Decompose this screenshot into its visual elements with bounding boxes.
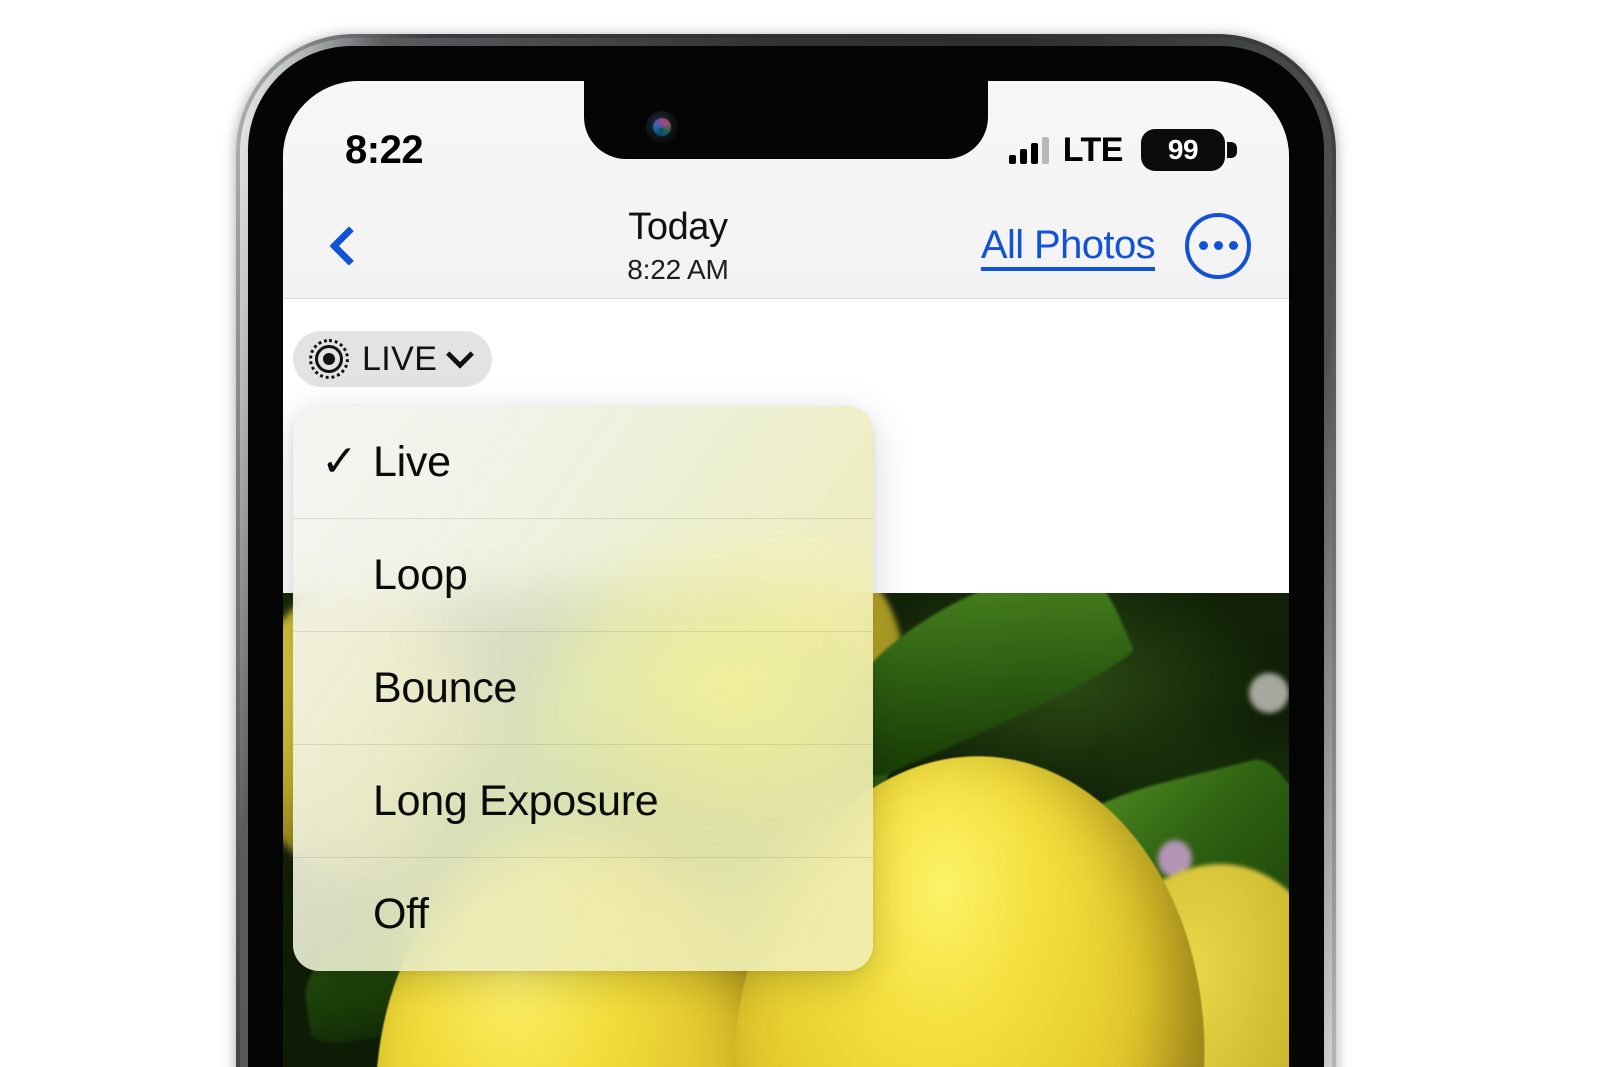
navigation-bar: Today 8:22 AM All Photos [283, 193, 1289, 299]
menu-item-live[interactable]: ✓ Live [293, 406, 873, 519]
menu-item-label: Bounce [373, 663, 518, 712]
more-options-button[interactable] [1185, 212, 1251, 279]
status-bar-clock: 8:22 [345, 127, 424, 172]
battery-percent-label: 99 [1167, 134, 1199, 165]
front-camera-icon [646, 111, 678, 143]
photo-viewer-content: LIVE ✓ Live Loop Bounce Long Exposure Of… [283, 299, 1289, 1067]
live-photo-mode-button[interactable]: LIVE [293, 331, 493, 387]
flower-bud [1248, 673, 1289, 714]
battery-tip-icon [1227, 142, 1237, 158]
ellipsis-dot-icon [1228, 241, 1238, 250]
menu-item-loop[interactable]: Loop [293, 519, 873, 632]
phone-frame: 8:22 LTE 99 Today 8:22 AM All Photos LIV… [236, 34, 1336, 1067]
ellipsis-dot-icon [1198, 241, 1208, 250]
checkmark-icon: ✓ [321, 437, 358, 486]
menu-item-label: Long Exposure [373, 776, 659, 825]
menu-item-long-exposure[interactable]: Long Exposure [293, 745, 873, 858]
menu-item-bounce[interactable]: Bounce [293, 632, 873, 745]
camera-iris [653, 118, 671, 136]
menu-item-off[interactable]: Off [293, 858, 873, 971]
battery-indicator: 99 [1141, 129, 1237, 171]
back-button[interactable] [317, 210, 381, 282]
screenshot-stage: 8:22 LTE 99 Today 8:22 AM All Photos LIV… [0, 0, 1600, 1067]
live-badge-label: LIVE [362, 339, 438, 378]
title-time: 8:22 AM [627, 253, 729, 285]
chevron-left-icon [329, 225, 369, 266]
page-title: Today 8:22 AM [381, 208, 981, 284]
live-photo-mode-menu: ✓ Live Loop Bounce Long Exposure Off [293, 406, 873, 971]
battery-icon: 99 [1141, 129, 1225, 171]
cellular-network-label: LTE [1062, 130, 1124, 169]
chevron-down-icon [446, 340, 475, 369]
menu-item-label: Live [373, 437, 451, 486]
status-bar-indicators: LTE 99 [1008, 129, 1237, 171]
live-photo-icon [309, 339, 349, 379]
display-notch [584, 81, 988, 159]
ellipsis-dot-icon [1213, 241, 1223, 250]
live-icon-center-dot [323, 353, 335, 365]
menu-item-label: Off [373, 890, 429, 938]
cellular-signal-icon [1008, 136, 1049, 164]
all-photos-link[interactable]: All Photos [981, 223, 1156, 268]
title-date: Today [628, 205, 728, 248]
menu-item-label: Loop [373, 550, 468, 599]
phone-screen: 8:22 LTE 99 Today 8:22 AM All Photos LIV… [283, 81, 1289, 1067]
